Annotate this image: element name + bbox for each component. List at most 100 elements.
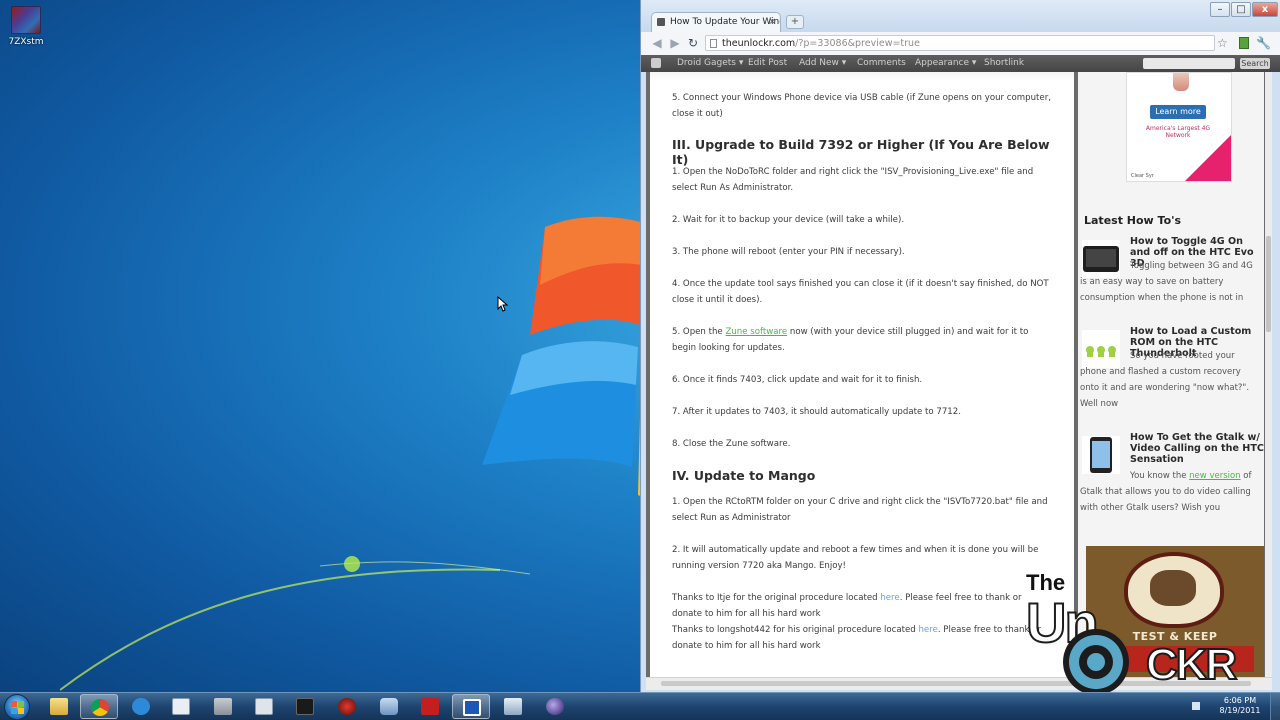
forward-arrow-icon[interactable]: ▶ [667,36,683,51]
thanks-paragraph: Thanks to longshot442 for his original p… [672,622,1052,654]
content-top-edge [650,72,1074,82]
start-button[interactable] [4,694,30,720]
thanks-paragraph: Thanks to Itje for the original procedur… [672,590,1052,622]
admin-bar-item-edit-post[interactable]: Edit Post [748,55,787,72]
horizontal-scroll-thumb[interactable] [661,681,1251,686]
article-paragraph: 4. Once the update tool says finished yo… [672,279,1049,305]
filezilla-icon [421,698,439,715]
eclipse-icon [546,698,564,715]
recorder-icon [463,699,481,716]
taskbar-chrome[interactable] [80,694,118,719]
reload-icon[interactable]: ↻ [685,36,701,51]
taskbar-terminal[interactable] [286,694,324,719]
taskbar-document[interactable] [245,694,283,719]
procedure-link-1[interactable]: here [880,593,899,603]
section-heading-upgrade: III. Upgrade to Build 7392 or Higher (If… [672,137,1050,167]
taskbar-ie[interactable] [122,694,160,719]
admin-bar-item-appearance[interactable]: Appearance ▾ [915,55,976,72]
text-segment: You know the [1130,471,1190,481]
new-version-link[interactable]: new version [1189,471,1240,481]
advertisement-hunting-club[interactable]: TEST & KEEP [1086,546,1264,677]
article-paragraph: 2. It will automatically update and rebo… [672,545,1039,571]
article-paragraph: 7. After it updates to 7403, it should a… [672,407,961,417]
ad2-text: TEST & KEEP [1132,630,1218,643]
terminal-icon [296,698,314,715]
howto-description: You know the new version of Gtalk that a… [1080,468,1260,516]
article-paragraph: 8. Close the Zune software. [672,439,791,449]
ad-seal-center [1150,570,1196,606]
taskbar-recorder[interactable] [452,694,490,719]
tab-close-icon[interactable]: × [768,13,776,31]
start-flag-blue [11,708,17,714]
vertical-scroll-thumb[interactable] [1266,236,1271,332]
tray-icon[interactable] [1192,702,1200,710]
taskbar-filezilla[interactable] [411,694,449,719]
page-content: 5. Connect your Windows Phone device via… [646,72,1272,677]
tab-how-to-update[interactable]: How To Update Your Windo × [651,12,781,32]
learn-more-button[interactable]: Learn more [1150,105,1206,119]
article-paragraph: 6. Once it finds 7403, click update and … [672,375,923,385]
taskbar-network[interactable] [494,694,532,719]
minimize-button[interactable]: – [1210,2,1230,17]
vertical-scrollbar[interactable] [1265,72,1272,677]
admin-search-input[interactable] [1143,58,1235,69]
article-body: 5. Connect your Windows Phone device via… [650,72,1074,677]
clock-time: 6:06 PM [1223,696,1257,705]
zune-software-link[interactable]: Zune software [725,327,787,337]
taskbar-explorer[interactable] [40,694,78,719]
bookmark-star-icon[interactable]: ☆ [1217,36,1228,50]
folder-icon [50,698,68,715]
taskbar-notepad[interactable] [162,694,200,719]
ad2-red-band [1096,646,1254,672]
horizontal-scrollbar[interactable] [646,677,1272,690]
howto-description: So you have rooted your phone and flashe… [1080,351,1250,409]
text-segment: Thanks to longshot442 for his original p… [672,625,919,635]
howto-title[interactable]: How To Get the Gtalk w/ Video Calling on… [1130,432,1264,465]
taskbar-eclipse[interactable] [536,694,574,719]
new-tab-button[interactable]: + [786,15,804,29]
ad-seal-image [1124,552,1224,628]
article-paragraph: 5. Connect your Windows Phone device via… [672,93,1051,119]
admin-bar-item-comments[interactable]: Comments [857,55,906,72]
back-arrow-icon[interactable]: ◀ [649,36,665,51]
taskbar-remote[interactable] [370,694,408,719]
wordpress-logo-icon[interactable] [651,58,661,68]
network-icon [504,698,522,715]
page-favicon-icon [657,18,665,26]
admin-bar-item-add-new[interactable]: Add New ▾ [799,55,846,72]
wordpress-admin-bar: Droid Gagets ▾ Edit Post Add New ▾ Comme… [641,55,1280,72]
text-segment: Thanks to Itje for the original procedur… [672,593,881,603]
desktop-icon-winrar[interactable]: 7ZXstm [6,6,46,47]
maximize-button[interactable]: □ [1231,2,1251,17]
extension-icon[interactable] [1239,37,1249,49]
app-icon [214,698,232,715]
sidebar: Learn more America's Largest 4G Network … [1078,72,1264,677]
start-flag-yellow [18,708,24,714]
remote-desktop-icon [380,698,398,715]
text-segment: 5. Open the [672,327,726,337]
admin-search-button[interactable]: Search [1240,58,1270,69]
admin-bar-item-shortlink[interactable]: Shortlink [984,55,1024,72]
taskbar-clock[interactable]: 6:06 PM 8/19/2011 [1212,696,1268,716]
close-button[interactable]: x [1252,2,1278,17]
address-bar[interactable]: theunlockr.com/?p=33086&preview=true [705,35,1215,51]
ad-small-text: Clear Syr [1131,173,1154,179]
taskbar-app[interactable] [204,694,242,719]
section-heading-mango: IV. Update to Mango [672,468,816,483]
wrench-icon[interactable]: 🔧 [1256,36,1271,50]
winrar-icon [11,6,41,34]
taskbar-media[interactable] [328,694,366,719]
taskbar: 6:06 PM 8/19/2011 [0,692,1280,720]
browser-toolbar: ◀ ▶ ↻ theunlockr.com/?p=33086&preview=tr… [641,32,1280,56]
tab-title: How To Update Your Windo [670,17,781,27]
howto-description: Toggling between 3G and 4G is an easy wa… [1080,261,1253,303]
advertisement-4g[interactable]: Learn more America's Largest 4G Network … [1126,72,1232,182]
show-desktop-button[interactable] [1270,693,1280,720]
article-paragraph: 1. Open the RCtoRTM folder on your C dri… [672,497,1048,523]
desktop-icon-label: 7ZXstm [8,37,44,47]
clock-date: 8/19/2011 [1219,706,1261,715]
article-paragraph: 3. The phone will reboot (enter your PIN… [672,247,905,257]
procedure-link-2[interactable]: here [918,625,937,635]
title-bar: How To Update Your Windo × + – □ x [641,0,1280,32]
admin-bar-item-site[interactable]: Droid Gagets ▾ [677,55,743,72]
